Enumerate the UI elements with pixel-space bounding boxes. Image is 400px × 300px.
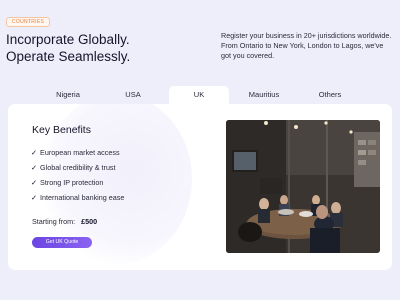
get-quote-button[interactable]: Get UK Quote: [32, 237, 92, 248]
price-row: Starting from: £500: [32, 217, 97, 226]
tab-others[interactable]: Others: [306, 86, 354, 104]
page-headline: Incorporate Globally. Operate Seamlessly…: [6, 31, 130, 65]
benefit-label: European market access: [40, 148, 120, 157]
benefit-label: Strong IP protection: [40, 178, 104, 187]
price-value: £500: [81, 217, 98, 226]
benefit-item: ✓ European market access: [31, 148, 124, 163]
tab-nigeria[interactable]: Nigeria: [40, 86, 96, 104]
tab-mauritius[interactable]: Mauritius: [234, 86, 294, 104]
headline-line-1: Incorporate Globally.: [6, 32, 130, 47]
country-card: Key Benefits ✓ European market access ✓ Gl…: [8, 104, 392, 270]
country-tabs: Nigeria USA UK Mauritius Others: [8, 86, 392, 104]
price-label: Starting from:: [32, 217, 76, 226]
benefit-label: Global credibility & trust: [40, 163, 116, 172]
benefit-label: International banking ease: [40, 193, 125, 202]
benefit-item: ✓ Strong IP protection: [31, 178, 124, 193]
section-badge: COUNTRIES: [6, 17, 51, 27]
benefits-title: Key Benefits: [32, 124, 91, 136]
office-meeting-photo: [226, 120, 380, 253]
headline-line-2: Operate Seamlessly.: [6, 49, 131, 64]
benefit-list: ✓ European market access ✓ Global credibil…: [31, 148, 124, 208]
check-icon: ✓: [31, 163, 38, 172]
benefit-item: ✓ Global credibility & trust: [31, 163, 124, 178]
check-icon: ✓: [31, 193, 38, 202]
check-icon: ✓: [31, 178, 38, 187]
check-icon: ✓: [31, 148, 38, 157]
tab-uk[interactable]: UK: [169, 86, 229, 104]
intro-text: Register your business in 20+ jurisdicti…: [221, 31, 392, 60]
tab-usa[interactable]: USA: [110, 86, 156, 104]
benefit-item: ✓ International banking ease: [31, 193, 124, 208]
